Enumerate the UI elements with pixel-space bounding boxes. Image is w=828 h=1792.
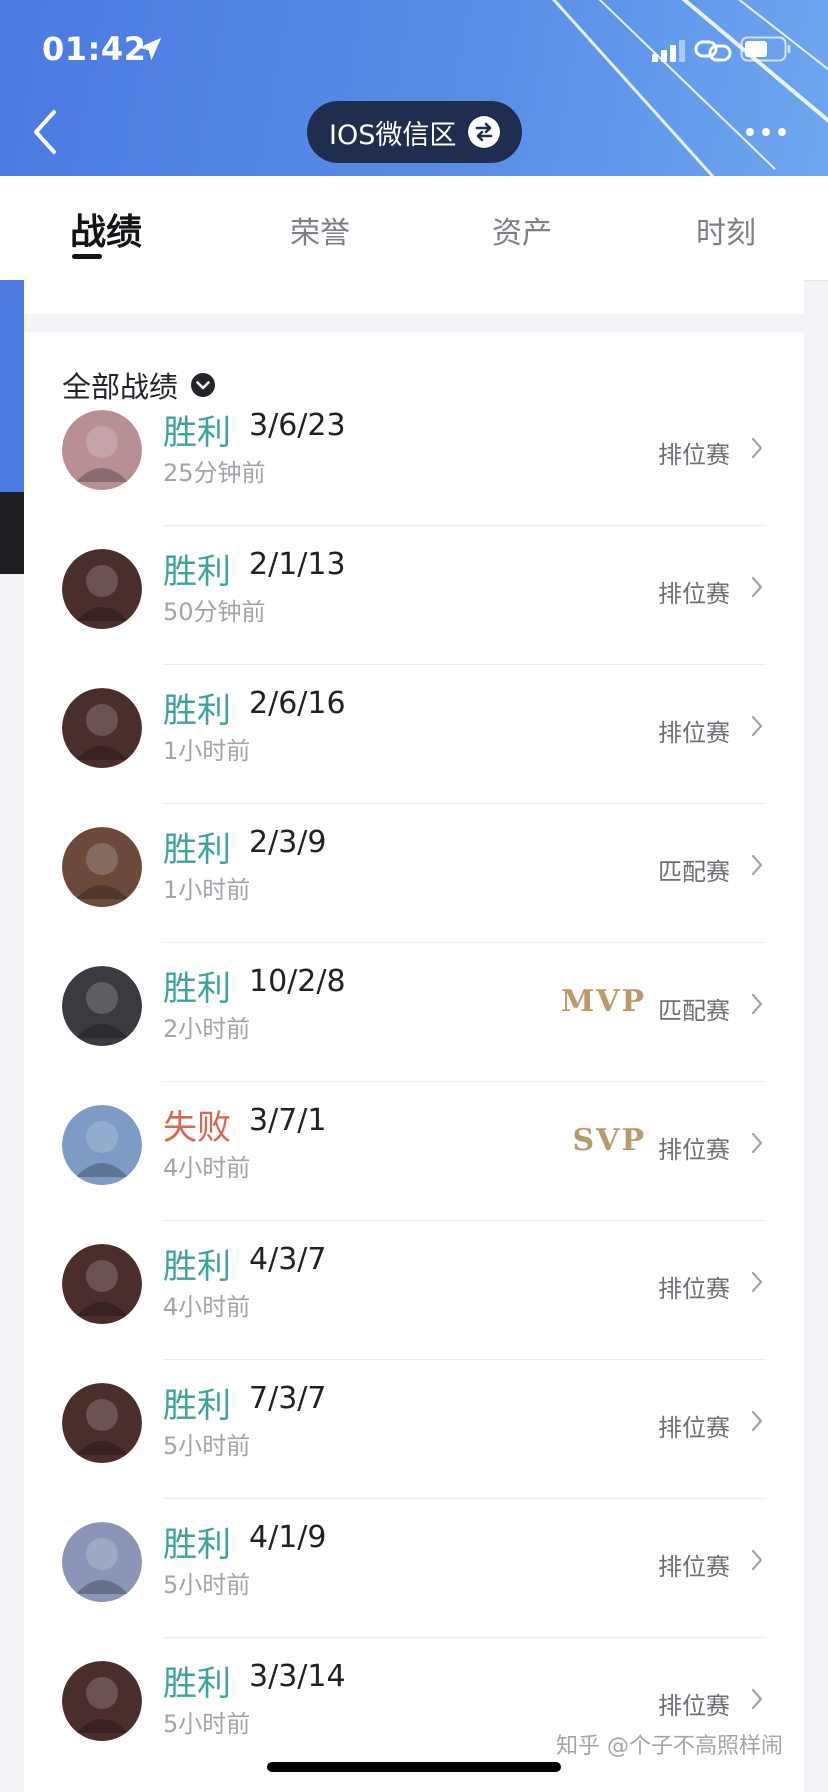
watermark: 知乎 @个子不高照样闹 [556,1734,783,1759]
side-decoration [0,280,24,492]
match-result: 胜利 [163,552,231,592]
match-result: 胜利 [163,830,231,870]
chevron-right-icon [751,715,763,737]
server-switch-button[interactable]: IOS微信区 [307,101,522,163]
summary-card [24,280,804,314]
chevron-right-icon [751,1549,763,1571]
chevron-right-icon [751,1410,763,1432]
match-mode: 排位赛 [658,1275,730,1303]
hero-avatar [62,966,142,1046]
match-mode: 排位赛 [658,580,730,608]
signal-icon [652,40,685,62]
match-kda: 4/3/7 [249,1242,327,1277]
tab-moments[interactable]: 时刻 [696,208,756,252]
match-result: 胜利 [163,413,231,453]
match-time: 5小时前 [163,1432,251,1460]
active-tab-indicator [72,254,102,259]
match-mode: 匹配赛 [658,858,730,886]
battery-icon [740,36,791,62]
match-mode: 排位赛 [658,1692,730,1720]
back-arrow-icon[interactable] [28,108,64,156]
match-time: 5小时前 [163,1710,251,1738]
match-result: 胜利 [163,969,231,1009]
more-icon[interactable] [744,124,788,140]
match-result: 胜利 [163,1386,231,1426]
location-arrow-icon [138,37,162,61]
match-time: 2小时前 [163,1015,251,1043]
match-row[interactable]: 胜利 2/3/9 1小时前 匹配赛 [24,804,804,943]
tab-assets[interactable]: 资产 [492,208,552,252]
match-row[interactable]: 胜利 10/2/8 2小时前 MVP 匹配赛 [24,943,804,1082]
match-mode: 排位赛 [658,1553,730,1581]
hero-avatar [62,1661,142,1741]
match-kda: 3/7/1 [249,1103,327,1138]
match-mode: 排位赛 [658,1414,730,1442]
match-list-card: 全部战绩 胜利 3/6/23 25分钟前 排位赛 胜利 2/1/13 50分钟前… [24,332,804,1792]
match-kda: 2/1/13 [249,547,346,582]
match-time: 4小时前 [163,1293,251,1321]
match-kda: 3/6/23 [249,408,346,443]
match-time: 50分钟前 [163,598,266,626]
match-kda: 2/3/9 [249,825,327,860]
hero-avatar [62,688,142,768]
hero-avatar [62,1383,142,1463]
server-label: IOS微信区 [329,119,457,151]
tab-bar: 战绩 荣誉 资产 时刻 [0,176,828,281]
header-decoration [558,0,776,170]
hero-avatar [62,1522,142,1602]
match-row[interactable]: 胜利 4/1/9 5小时前 排位赛 [24,1499,804,1638]
swap-icon [468,116,500,148]
link-icon [694,40,732,62]
chevron-right-icon [751,854,763,876]
home-indicator [267,1762,561,1772]
match-kda: 7/3/7 [249,1381,327,1416]
match-result: 胜利 [163,1664,231,1704]
match-row[interactable]: 失败 3/7/1 4小时前 SVP 排位赛 [24,1082,804,1221]
match-result: 胜利 [163,1247,231,1287]
match-kda: 2/6/16 [249,686,346,721]
chevron-right-icon [751,1132,763,1154]
match-row[interactable]: 胜利 2/1/13 50分钟前 排位赛 [24,526,804,665]
hero-avatar [62,1244,142,1324]
tab-honor[interactable]: 荣誉 [290,208,350,252]
chevron-right-icon [751,576,763,598]
chevron-right-icon [751,437,763,459]
app-header: 01:42 IOS微信区 [0,0,828,176]
match-result: 失败 [163,1108,231,1148]
match-time: 25分钟前 [163,459,266,487]
hero-avatar [62,827,142,907]
tab-record[interactable]: 战绩 [70,203,142,255]
chevron-right-icon [751,1688,763,1710]
match-row[interactable]: 胜利 7/3/7 5小时前 排位赛 [24,1360,804,1499]
match-kda: 4/1/9 [249,1520,327,1555]
match-result: 胜利 [163,1525,231,1565]
chevron-right-icon [751,1271,763,1293]
match-row[interactable]: 胜利 4/3/7 4小时前 排位赛 [24,1221,804,1360]
match-time: 4小时前 [163,1154,251,1182]
match-mode: 匹配赛 [658,997,730,1025]
hero-avatar [62,1105,142,1185]
match-row[interactable]: 胜利 3/6/23 25分钟前 排位赛 [24,387,804,526]
match-badge: SVP [572,1123,646,1158]
match-mode: 排位赛 [658,719,730,747]
match-kda: 10/2/8 [249,964,346,999]
side-decoration [0,492,24,574]
match-kda: 3/3/14 [249,1659,346,1694]
status-time: 01:42 [42,30,147,68]
hero-avatar [62,549,142,629]
hero-avatar [62,410,142,490]
match-result: 胜利 [163,691,231,731]
match-badge: MVP [560,984,646,1019]
chevron-right-icon [751,993,763,1015]
match-time: 5小时前 [163,1571,251,1599]
match-mode: 排位赛 [658,1136,730,1164]
match-time: 1小时前 [163,737,251,765]
match-row[interactable]: 胜利 2/6/16 1小时前 排位赛 [24,665,804,804]
match-time: 1小时前 [163,876,251,904]
match-mode: 排位赛 [658,441,730,469]
